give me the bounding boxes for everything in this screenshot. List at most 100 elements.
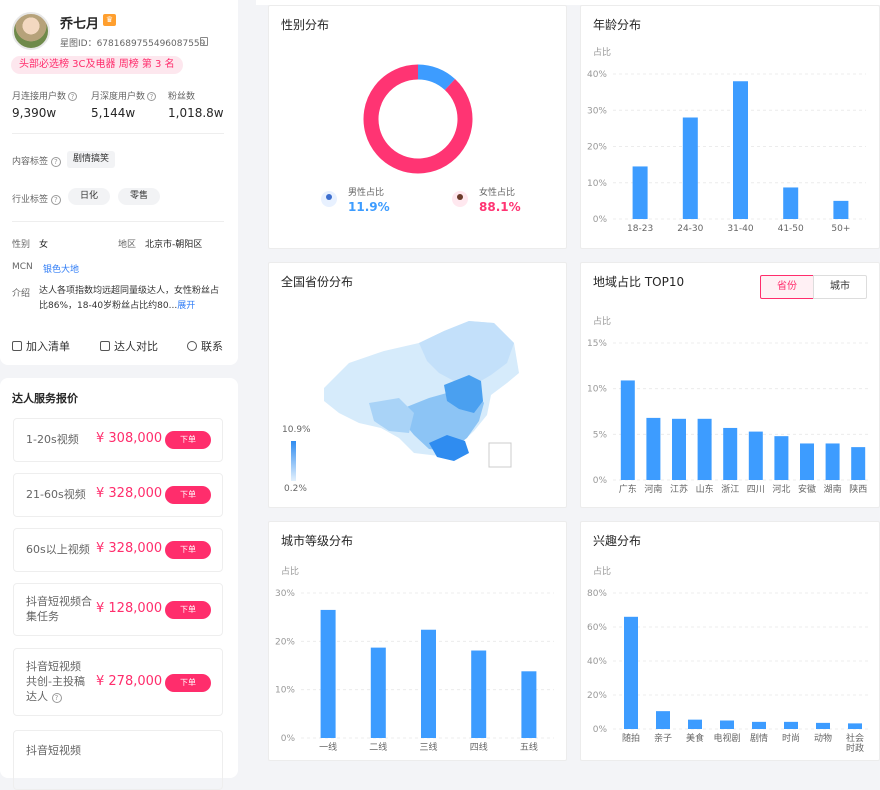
bar[interactable] xyxy=(624,616,638,729)
content-tag[interactable]: 剧情搞笑 xyxy=(67,151,116,168)
stat-label-monthly-connect: 月连接用户数? xyxy=(12,89,78,102)
x-tick-label: 一线 xyxy=(319,741,337,753)
y-tick-label: 0% xyxy=(593,215,608,225)
order-button[interactable]: 下单 xyxy=(165,431,211,449)
order-button[interactable]: 下单 xyxy=(165,486,211,504)
x-tick-label: 亲子 xyxy=(654,732,672,744)
y-tick-label: 10% xyxy=(275,686,295,696)
male-value: 11.9% xyxy=(348,200,390,214)
bar[interactable] xyxy=(471,650,487,738)
price-item-name: 抖音短视频合集任务 xyxy=(26,595,92,623)
bar[interactable] xyxy=(816,722,830,729)
bar[interactable] xyxy=(632,166,648,219)
y-unit-label: 占比 xyxy=(593,46,611,58)
order-button[interactable]: 下单 xyxy=(165,541,211,559)
price-item: 60s以上视频 ¥ 328,000 下单 xyxy=(13,528,223,572)
bar[interactable] xyxy=(682,117,698,220)
content-tag-label-text: 内容标签 xyxy=(12,157,49,167)
bar[interactable] xyxy=(620,380,635,480)
add-to-list-label: 加入清单 xyxy=(26,340,70,353)
order-button[interactable]: 下单 xyxy=(165,674,211,692)
map-legend-max: 10.9% xyxy=(282,425,311,435)
bar[interactable] xyxy=(646,417,661,480)
avatar[interactable] xyxy=(12,12,50,50)
expand-link[interactable]: 展开 xyxy=(177,301,195,311)
price-item-name: 60s以上视频 xyxy=(26,543,90,556)
bar[interactable] xyxy=(370,647,386,738)
rank-badge[interactable]: 头部必选榜 3C及电器 周榜 第 3 名 xyxy=(11,56,183,74)
influencer-sidebar: 乔七月 ♛ 星图ID：6781689755496087559 头部必选榜 3C及… xyxy=(0,0,238,790)
x-tick-label: 陕西 xyxy=(849,483,867,495)
x-tick-label: 41-50 xyxy=(778,224,804,234)
mcn-link[interactable]: 银色大地 xyxy=(43,262,79,275)
help-icon[interactable]: ? xyxy=(51,693,62,703)
bar[interactable] xyxy=(521,671,537,738)
bar[interactable] xyxy=(800,443,814,480)
x-tick-label: 江苏 xyxy=(670,483,688,495)
province-panel: 全国省份分布 10.9% 0.2% xyxy=(268,262,567,508)
china-map[interactable]: 10.9% 0.2% xyxy=(269,263,568,509)
stat-label-monthly-deep: 月深度用户数? xyxy=(91,89,157,102)
donut-slice-0[interactable] xyxy=(417,64,456,91)
bar[interactable] xyxy=(833,200,849,219)
stat-label: 月连接用户数 xyxy=(12,92,67,102)
bar[interactable] xyxy=(672,418,686,480)
price-item: 抖音短视频共创-主投稿达人 ? ¥ 278,000 下单 xyxy=(13,648,223,716)
region-chart: 占比 0% 5% 10% 15% 广东 河南 江苏 山东 浙江 四川 河北 安徽 湖南 陕西 xyxy=(587,315,871,495)
map-legend-min: 0.2% xyxy=(284,484,307,494)
pricing-card: 达人服务报价 1-20s视频 ¥ 308,000 下单 21-60s视频 ¥ 3… xyxy=(0,378,238,790)
bar[interactable] xyxy=(421,629,436,738)
city-level-chart: 占比 0% 10% 20% 30% 一线 二线 三线 四线 五线 xyxy=(275,565,554,753)
price-item-value: ¥ 328,000 xyxy=(96,541,163,556)
x-tick-label: 四线 xyxy=(470,741,488,753)
help-icon[interactable]: ? xyxy=(147,92,157,101)
bar[interactable] xyxy=(733,81,748,219)
donut-slice-1[interactable] xyxy=(363,64,473,174)
y-tick-label: 40% xyxy=(587,70,607,80)
help-icon[interactable]: ? xyxy=(50,157,61,167)
x-tick-label: 河北 xyxy=(772,483,790,495)
help-icon[interactable]: ? xyxy=(68,92,78,101)
industry-tag[interactable]: 日化 xyxy=(68,188,111,205)
x-tick-label: 电视剧 xyxy=(713,732,740,744)
bar[interactable] xyxy=(825,443,840,480)
bar[interactable] xyxy=(720,720,734,730)
region-label: 地区 xyxy=(118,240,137,250)
stat-value-monthly-connect: 9,390w xyxy=(12,106,57,120)
bar[interactable] xyxy=(320,609,336,738)
bar[interactable] xyxy=(752,721,766,729)
interest-panel: 兴趣分布 占比 0% 20% 40% 60% 80% 随拍 亲子 美食 电视剧 剧情 时尚 动物 社会 时政 xyxy=(580,521,880,761)
bar[interactable] xyxy=(697,418,712,480)
bar[interactable] xyxy=(784,721,798,729)
contact-button[interactable]: 联系 xyxy=(187,338,223,354)
bar[interactable] xyxy=(688,719,702,729)
x-tick-label: 湖南 xyxy=(824,483,842,495)
gender-value: 女 xyxy=(39,240,49,250)
region-panel: 地域占比 TOP10 省份 城市 占比 0% 5% 10% 15% 广东 河南 江苏 山东 浙江四… xyxy=(580,262,880,508)
bar[interactable] xyxy=(851,447,866,480)
bar[interactable] xyxy=(848,723,862,729)
influencer-name: 乔七月 xyxy=(60,17,100,32)
y-tick-label: 0% xyxy=(593,476,608,486)
region-value: 北京市-朝阳区 xyxy=(145,240,203,250)
y-tick-label: 80% xyxy=(587,589,607,599)
profile-card: 乔七月 ♛ 星图ID：6781689755496087559 头部必选榜 3C及… xyxy=(0,0,238,365)
bar[interactable] xyxy=(748,431,763,480)
x-tick-label: 山东 xyxy=(696,483,714,495)
help-icon[interactable]: ? xyxy=(50,195,61,205)
add-to-list-button[interactable]: 加入清单 xyxy=(12,338,70,354)
price-item: 1-20s视频 ¥ 308,000 下单 xyxy=(13,418,223,462)
bar[interactable] xyxy=(774,436,789,480)
copy-icon[interactable] xyxy=(200,37,208,46)
x-tick-label: 社会 xyxy=(846,732,864,744)
x-tick-label: 美食 xyxy=(686,732,704,744)
compare-button[interactable]: 达人对比 xyxy=(100,338,158,354)
bar[interactable] xyxy=(783,187,799,219)
industry-tag[interactable]: 零售 xyxy=(118,188,161,205)
order-button[interactable]: 下单 xyxy=(165,601,211,619)
chat-icon xyxy=(187,341,197,351)
price-item-name: 21-60s视频 xyxy=(26,488,86,501)
x-tick-label: 四川 xyxy=(747,485,765,495)
bar[interactable] xyxy=(656,711,670,729)
bar[interactable] xyxy=(723,427,738,480)
